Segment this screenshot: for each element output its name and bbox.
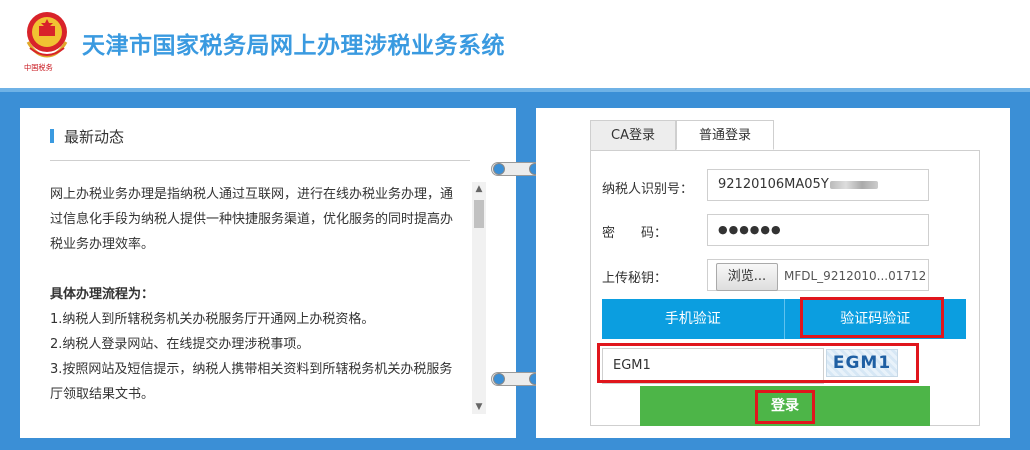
taxpayer-id-value: 92120106MA05Y — [718, 177, 829, 192]
site-title: 天津市国家税务局网上办理涉税业务系统 — [82, 33, 505, 59]
process-step: 2.纳税人登录网站、在线提交办理涉税事项。 — [50, 337, 310, 352]
news-body[interactable]: 网上办税业务办理是指纳税人通过互联网，进行在线办税业务办理，通过信息化手段为纳税… — [50, 182, 460, 412]
page-header: 中国税务 天津市国家税务局网上办理涉税业务系统 — [0, 0, 1030, 88]
process-step: 3.按照网站及短信提示，纳税人携带相关资料到所辖税务机关办税服务厅领取结果文书。 — [50, 362, 453, 402]
login-button[interactable]: 登录 — [640, 386, 930, 426]
tab-ca-login[interactable]: CA登录 — [590, 120, 676, 150]
section-marker — [50, 129, 54, 143]
login-tabs: CA登录 普通登录 — [590, 120, 774, 150]
password-label: 密 码： — [602, 226, 668, 241]
browse-button[interactable]: 浏览... — [716, 263, 778, 291]
news-panel: 最新动态 网上办税业务办理是指纳税人通过互联网，进行在线办税业务办理，通过信息化… — [20, 108, 516, 438]
tax-emblem-icon — [26, 12, 68, 58]
captcha-image[interactable]: EGM1 — [826, 349, 898, 377]
news-scrollbar[interactable]: ▲ ▼ — [472, 182, 486, 414]
process-step: 1.纳税人到所辖税务机关办税服务厅开通网上办税资格。 — [50, 312, 375, 327]
process-heading: 具体办理流程为： — [50, 287, 155, 302]
captcha-verify-button[interactable]: 验证码验证 — [785, 299, 967, 339]
scroll-up-icon[interactable]: ▲ — [472, 182, 486, 196]
sms-verify-button[interactable]: 手机验证 — [602, 299, 784, 339]
news-intro: 网上办税业务办理是指纳税人通过互联网，进行在线办税业务办理，通过信息化手段为纳税… — [50, 187, 454, 252]
login-panel: CA登录 普通登录 纳税人识别号： 92120106MA05Y 密 码： ●●●… — [536, 108, 1010, 438]
news-title: 最新动态 — [64, 127, 125, 146]
scroll-down-icon[interactable]: ▼ — [472, 400, 486, 414]
key-upload-label: 上传秘钥： — [602, 271, 668, 286]
masked-text — [829, 180, 878, 189]
captcha-input[interactable]: EGM1 — [602, 348, 824, 384]
key-file-name: MFDL_9212010...01712 — [784, 269, 927, 283]
taxpayer-id-input[interactable]: 92120106MA05Y — [707, 169, 929, 201]
taxpayer-id-label: 纳税人识别号： — [602, 182, 694, 197]
scroll-thumb[interactable] — [474, 200, 484, 228]
password-input[interactable]: ●●●●●● — [707, 214, 929, 246]
tab-normal-login[interactable]: 普通登录 — [676, 120, 774, 150]
news-divider — [50, 160, 470, 161]
verify-method-bar: 手机验证 验证码验证 — [602, 299, 966, 339]
news-header: 最新动态 — [50, 126, 124, 146]
emblem-caption: 中国税务 — [24, 64, 53, 73]
